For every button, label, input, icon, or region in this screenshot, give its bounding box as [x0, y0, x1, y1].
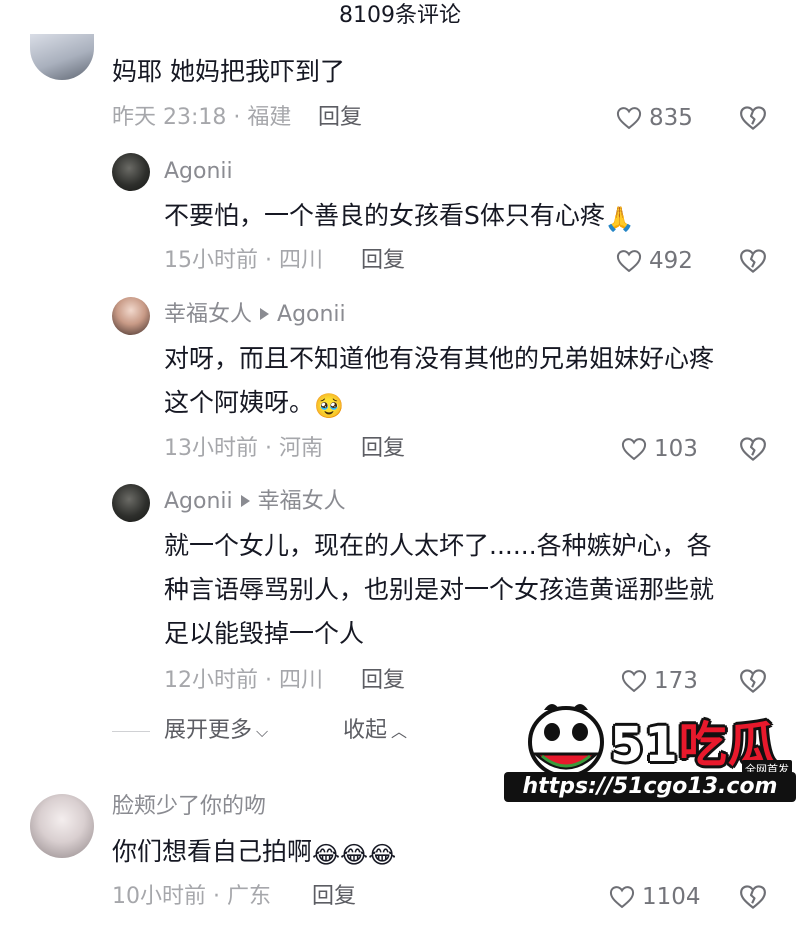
emoji: 🙏 — [604, 205, 635, 233]
chevron-down-icon: ⌵ — [256, 722, 269, 741]
like-button[interactable]: 492 — [615, 244, 693, 278]
broken-heart-icon[interactable] — [738, 882, 768, 912]
comment-text: 就一个女儿，现在的人太坏了......各种嫉妒心，各 种言语辱骂别人，也别是对一… — [164, 524, 714, 656]
reply-button[interactable]: 回复 — [361, 434, 405, 464]
reply-to-name: Agonii — [277, 302, 346, 327]
reply-button[interactable]: 回复 — [312, 882, 356, 912]
like-count: 1104 — [642, 884, 701, 910]
comment-text: 妈耶 她妈把我吓到了 — [112, 57, 345, 86]
comment-text-body: 不要怕，一个善良的女孩看S体只有心疼 — [164, 201, 605, 230]
expand-more-button[interactable]: 展开更多 ⌵ — [164, 716, 268, 747]
collapse-label: 收起 — [343, 718, 388, 743]
reply-button[interactable]: 回复 — [361, 246, 405, 276]
reply-button[interactable]: 回复 — [318, 103, 362, 133]
like-count: 103 — [654, 436, 698, 462]
comment-text-line: 对呀，而且不知道他有没有其他的兄弟姐妹好心疼 — [164, 344, 715, 373]
chevron-up-icon: ︿ — [391, 722, 408, 741]
author-name[interactable]: 脸颊少了你的吻 — [112, 793, 266, 821]
comment-count-title: 8109条评论 — [339, 3, 461, 28]
comment-text-line: 这个阿姨呀。🥹 — [164, 381, 714, 425]
reply-button[interactable]: 回复 — [361, 666, 405, 696]
like-count: 492 — [649, 248, 693, 274]
reply-to-name: 幸福女人 — [257, 489, 346, 514]
comment-text: 不要怕，一个善良的女孩看S体只有心疼🙏 — [164, 194, 635, 238]
author-name-text: 幸福女人 — [164, 302, 253, 327]
emoji: 😂😂😂 — [312, 841, 397, 869]
heart-outline-icon — [616, 250, 642, 273]
like-button[interactable]: 173 — [620, 664, 698, 698]
avatar[interactable] — [112, 297, 150, 335]
like-count: 835 — [649, 105, 693, 131]
heart-outline-icon — [621, 670, 647, 693]
comment-text-line: 足以能毁掉一个人 — [164, 619, 365, 648]
heart-outline-icon — [609, 886, 635, 909]
reply-arrow-icon — [260, 308, 270, 320]
avatar[interactable] — [30, 34, 94, 80]
comment-meta: 10小时前 · 广东 — [112, 884, 271, 909]
like-button[interactable]: 1104 — [608, 880, 701, 914]
watermark-url: https://51cgo13.com — [504, 772, 796, 802]
avatar[interactable] — [112, 153, 150, 191]
watermark-mascot-icon — [528, 704, 604, 778]
author-name[interactable]: Agonii 幸福女人 — [164, 488, 346, 516]
author-name[interactable]: 幸福女人 Agonii — [164, 301, 346, 329]
comment-text-line: 就一个女儿，现在的人太坏了......各种嫉妒心，各 — [164, 531, 712, 560]
comment-text-line: 种言语辱骂别人，也别是对一个女孩造黄谣那些就 — [164, 575, 715, 604]
collapse-button[interactable]: 收起 ︿ — [343, 716, 407, 747]
watermark-logo-num: 51 — [610, 717, 679, 773]
expand-label: 展开更多 — [164, 718, 253, 743]
reply-arrow-icon — [240, 495, 250, 507]
broken-heart-icon[interactable] — [738, 434, 768, 464]
heart-outline-icon — [621, 438, 647, 461]
comment-text-body: 这个阿姨呀。 — [164, 388, 315, 417]
emoji: 🥹 — [314, 392, 344, 420]
avatar[interactable] — [30, 794, 94, 858]
comment-meta: 昨天 23:18 · 福建 — [112, 105, 292, 130]
like-button[interactable]: 103 — [620, 432, 698, 466]
heart-outline-icon — [616, 107, 642, 130]
broken-heart-icon[interactable] — [738, 103, 768, 133]
avatar[interactable] — [112, 484, 150, 522]
comment-text: 对呀，而且不知道他有没有其他的兄弟姐妹好心疼 这个阿姨呀。🥹 — [164, 337, 714, 425]
comment-meta: 12小时前 · 四川 — [164, 668, 323, 693]
comment-meta: 13小时前 · 河南 — [164, 436, 323, 461]
broken-heart-icon[interactable] — [738, 246, 768, 276]
comments-header: 8109条评论 — [0, 0, 800, 36]
like-button[interactable]: 835 — [615, 101, 693, 135]
like-count: 173 — [654, 668, 698, 694]
author-name[interactable]: Agonii — [164, 158, 233, 186]
comment-text-body: 你们想看自己拍啊 — [112, 837, 313, 866]
broken-heart-icon[interactable] — [738, 666, 768, 696]
author-name-text: Agonii — [164, 489, 233, 514]
thread-divider — [112, 731, 150, 732]
comment-meta: 15小时前 · 四川 — [164, 248, 323, 273]
comment-text: 你们想看自己拍啊😂😂😂 — [112, 830, 396, 874]
